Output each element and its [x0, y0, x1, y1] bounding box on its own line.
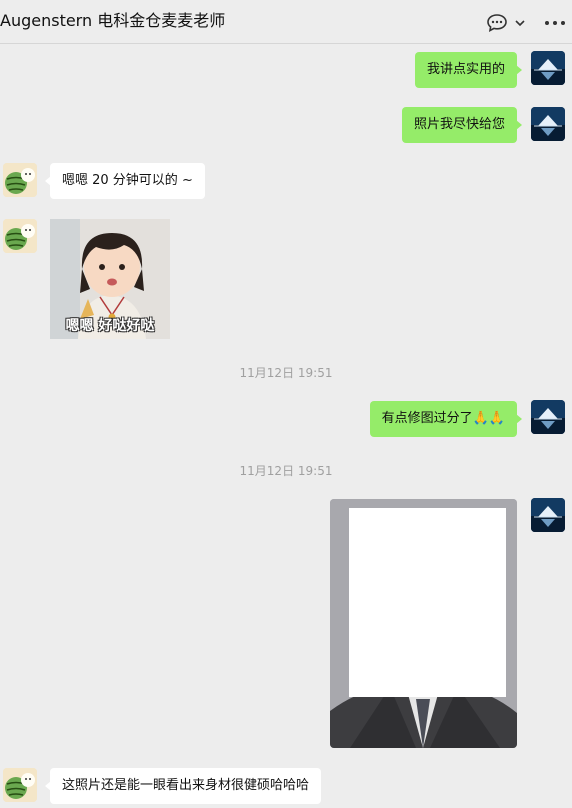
message-bubble-incoming[interactable]: 嗯嗯 20 分钟可以的 ~ [45, 163, 205, 199]
chat-title: Augenstern 电科金仓麦麦老师 [0, 11, 226, 30]
message-bubble-incoming[interactable]: 这照片还是能一眼看出来身材很健硕哈哈哈 [44, 768, 322, 804]
chevron-down-icon[interactable] [514, 12, 526, 34]
message-bubble-outgoing[interactable]: 有点修图过分了🙏🙏 [369, 401, 523, 437]
contact-avatar[interactable] [3, 768, 37, 802]
self-avatar[interactable] [531, 51, 565, 85]
sticker-caption: 嗯嗯 好哒好哒 [65, 318, 155, 334]
more-icon[interactable] [544, 12, 566, 34]
message-bubble-outgoing[interactable]: 我讲点实用的 [414, 52, 523, 88]
timestamp: 11月12日 19:51 [239, 464, 333, 478]
self-avatar[interactable] [531, 400, 565, 434]
timestamp: 11月12日 19:51 [239, 366, 333, 380]
contact-avatar[interactable] [3, 163, 37, 197]
self-avatar[interactable] [531, 498, 565, 532]
header-actions [486, 12, 566, 34]
sticker-image[interactable]: 嗯嗯 好哒好哒 [50, 219, 170, 339]
self-avatar[interactable] [531, 107, 565, 141]
chat-bubble-icon[interactable] [486, 12, 508, 34]
chat-header: Augenstern 电科金仓麦麦老师 [0, 0, 572, 44]
message-bubble-outgoing[interactable]: 照片我尽快给您 [401, 107, 523, 143]
contact-avatar[interactable] [3, 219, 37, 253]
photo-redaction [349, 508, 506, 697]
photo-message[interactable] [330, 499, 517, 748]
